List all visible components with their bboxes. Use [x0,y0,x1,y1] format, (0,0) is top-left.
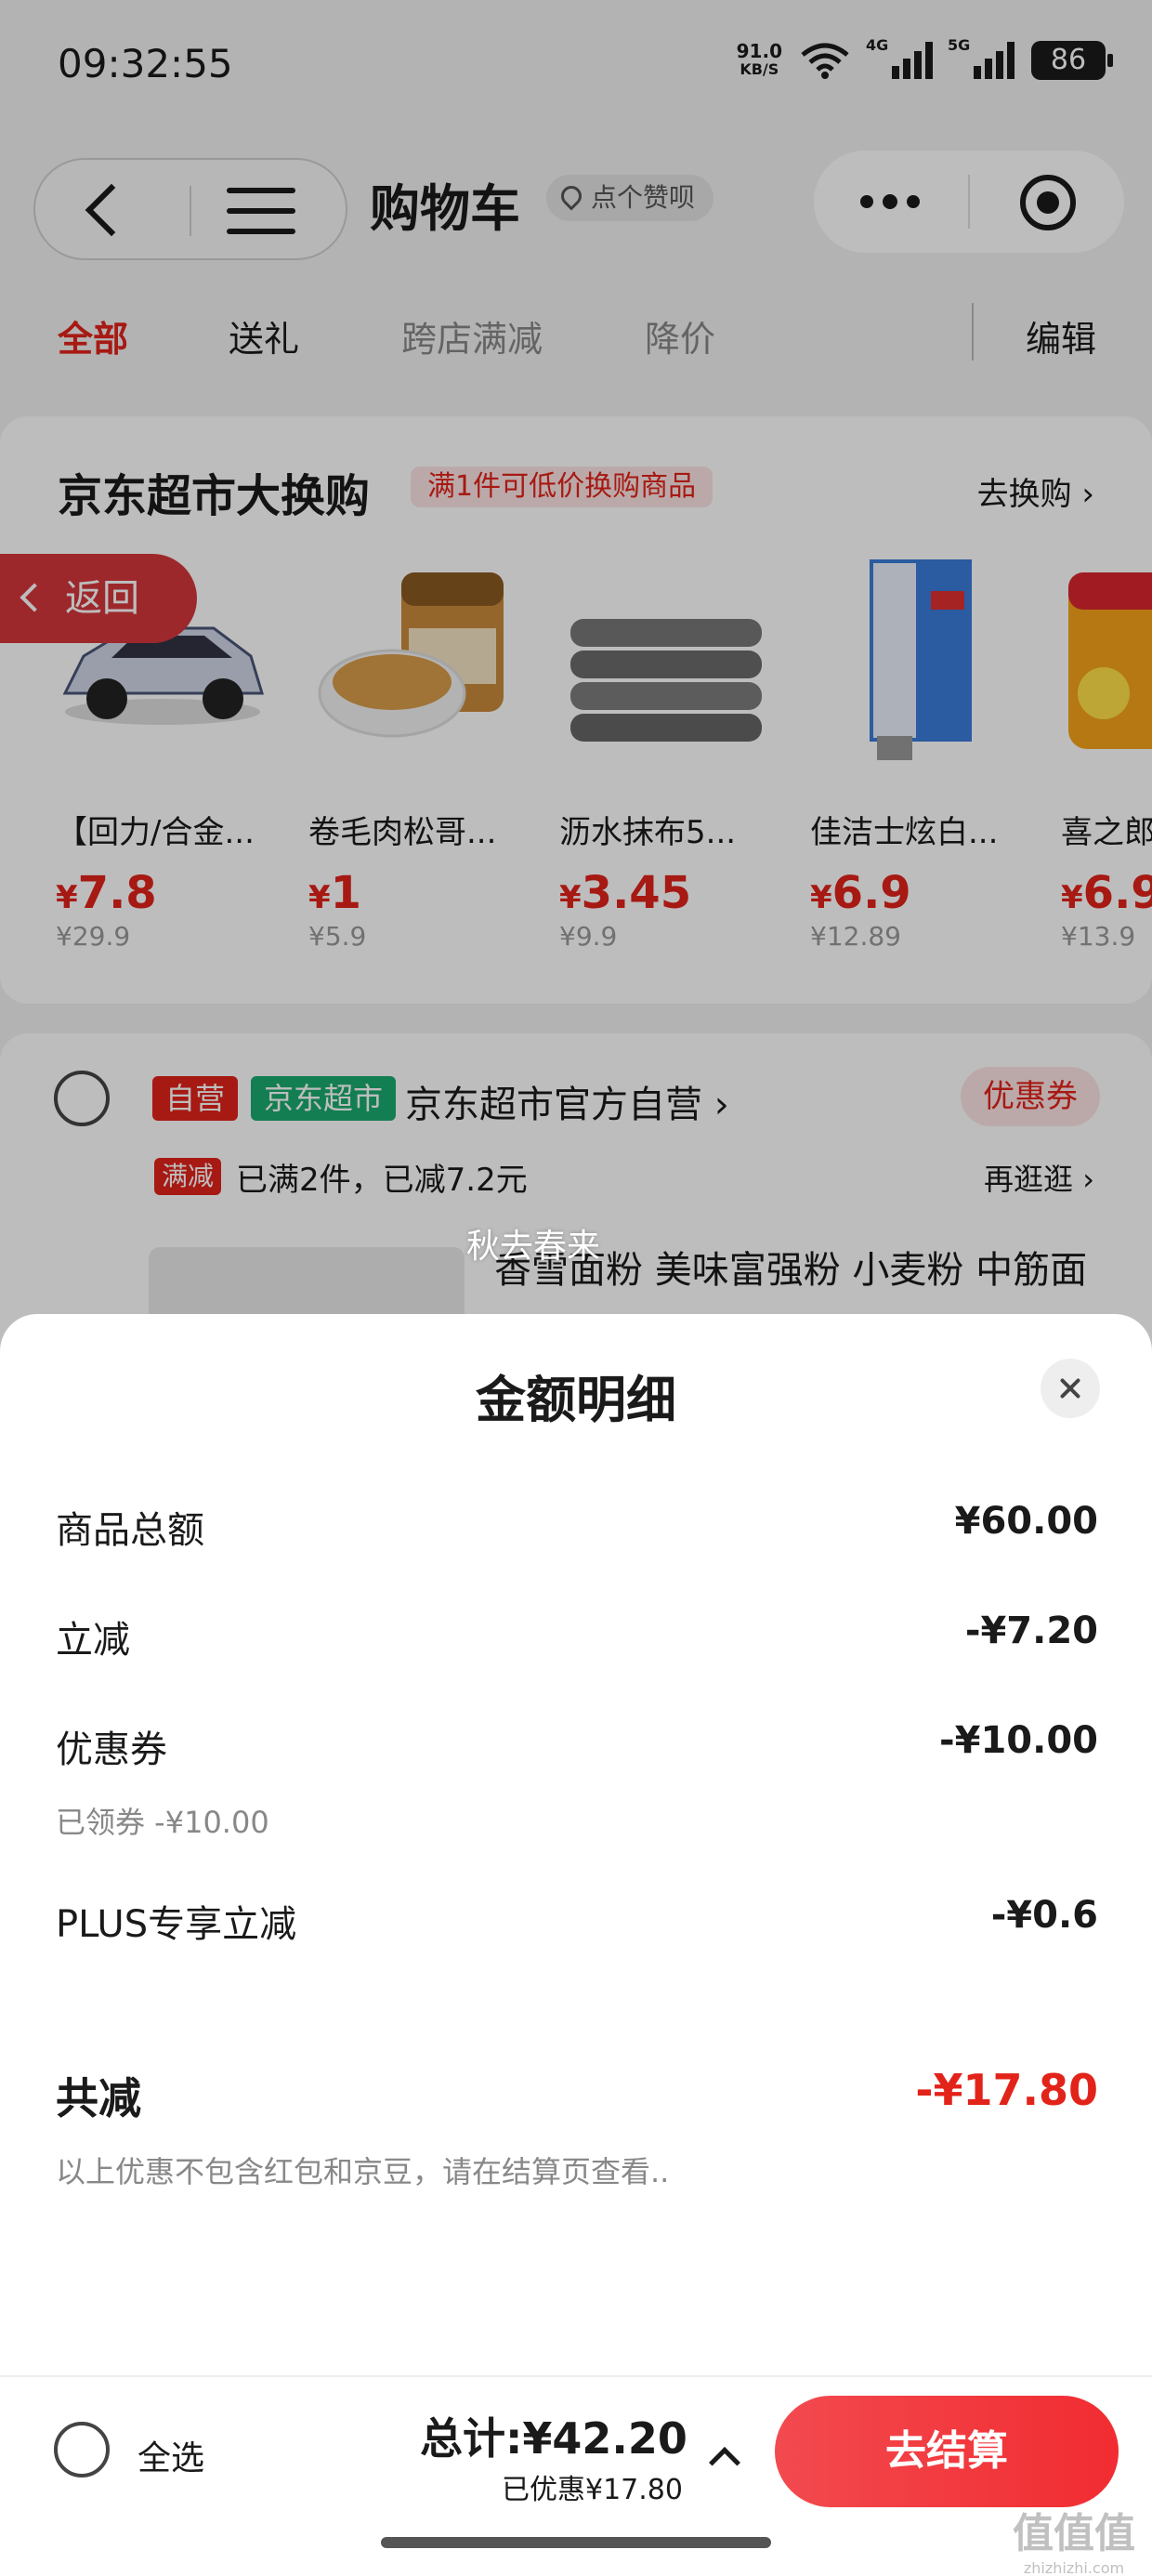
detail-row-instant-discount: 立减 -¥7.20 [56,1610,1098,1665]
sheet-title: 金额明细 [476,1371,676,1429]
checkout-bar: 全选 总计:¥42.20 已优惠¥17.80 去结算 [0,2375,1152,2524]
site-watermark: 值值值 zhizhizhi.com [1013,2510,1135,2576]
checkout-button[interactable]: 去结算 [775,2396,1119,2507]
row-label: PLUS专享立减 [56,1903,297,1946]
chevron-up-icon[interactable] [709,2447,740,2478]
row-value: -¥0.6 [990,1894,1098,1937]
home-indicator[interactable] [381,2537,771,2548]
close-icon[interactable] [1041,1359,1100,1418]
select-all-checkbox[interactable] [54,2422,110,2477]
total-price: 总计:¥42.20 [420,2413,687,2464]
row-label: 立减 [56,1619,130,1662]
row-value: -¥7.20 [964,1610,1098,1652]
user-watermark: 秋去春来 [466,1228,601,1266]
row-label: 商品总额 [56,1509,204,1552]
discount-disclaimer: 以上优惠不包含红包和京豆，请在结算页查看.. [56,2154,670,2189]
detail-row-coupon: 优惠券 -¥10.00 [56,1719,1098,1775]
row-value: -¥10.00 [939,1719,1098,1762]
total-discount-value: -¥17.80 [915,2065,1098,2115]
select-all-label[interactable]: 全选 [137,2431,204,2479]
saved-amount: 已优惠¥17.80 [502,2474,683,2506]
detail-row-goods-total: 商品总额 ¥60.00 [56,1500,1098,1556]
coupon-note: 已领券 -¥10.00 [56,1805,269,1840]
row-label: 优惠券 [56,1728,167,1771]
detail-row-plus-discount: PLUS专享立减 -¥0.6 [56,1894,1098,1950]
row-value: ¥60.00 [954,1500,1098,1543]
total-discount-label: 共减 [56,2073,141,2123]
